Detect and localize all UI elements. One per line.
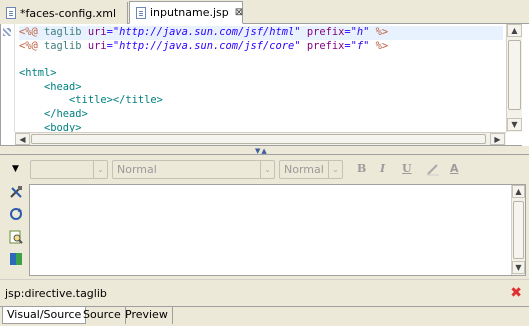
code-token: <title></title> bbox=[69, 94, 163, 107]
code-token: <body> bbox=[44, 121, 82, 132]
preview-search-icon[interactable] bbox=[8, 229, 24, 245]
split-view-icon[interactable] bbox=[8, 251, 24, 267]
tab-inputname-jsp[interactable]: inputname.jsp ⊠ bbox=[129, 1, 243, 24]
tab-preview[interactable]: Preview bbox=[121, 307, 173, 324]
visual-side-tools bbox=[0, 184, 28, 276]
xml-file-icon bbox=[6, 7, 16, 19]
font-family-combo[interactable]: ⌄ bbox=[30, 160, 108, 179]
tools-icon[interactable] bbox=[8, 184, 24, 200]
visual-preview-pane[interactable]: ▲ ▼ bbox=[29, 184, 526, 276]
source-line[interactable]: <%@ taglib uri="http://java.sun.com/jsf/… bbox=[19, 40, 503, 54]
tab-label: *faces-config.xml bbox=[20, 6, 117, 20]
source-horizontal-scrollbar[interactable]: ◀ ▶ bbox=[15, 132, 506, 145]
code-token: <head> bbox=[44, 80, 82, 93]
underline-button[interactable]: U bbox=[402, 162, 412, 175]
source-code[interactable]: <%@ taglib uri="http://java.sun.com/jsf/… bbox=[19, 26, 503, 132]
code-token: uri bbox=[87, 26, 107, 38]
font-size-value: Normal bbox=[284, 163, 324, 176]
scroll-up-icon[interactable]: ▲ bbox=[512, 185, 525, 198]
scroll-left-icon[interactable]: ◀ bbox=[15, 133, 30, 145]
scroll-thumb[interactable] bbox=[508, 40, 521, 110]
element-path: jsp:directive.taglib bbox=[5, 287, 107, 300]
source-line[interactable]: </head> bbox=[19, 108, 503, 122]
code-token: taglib bbox=[44, 39, 88, 52]
code-token: <%@ bbox=[19, 26, 45, 38]
source-line[interactable]: <title></title> bbox=[19, 94, 503, 108]
code-token: ="http://java.sun.com/jsf/core" bbox=[106, 39, 301, 52]
visual-vertical-scrollbar[interactable]: ▲ ▼ bbox=[511, 185, 525, 275]
editor-mode-tabs: Visual/Source Source Preview bbox=[0, 306, 529, 326]
splitter-arrows-icon[interactable]: ▼▲ bbox=[255, 147, 268, 155]
tab-label: inputname.jsp bbox=[150, 6, 229, 19]
overview-ruler bbox=[522, 24, 529, 146]
text-color-button[interactable]: A bbox=[450, 162, 459, 175]
scroll-up-icon[interactable]: ▲ bbox=[507, 24, 522, 37]
jsp-file-icon bbox=[136, 6, 146, 19]
line-ruler bbox=[1, 24, 15, 132]
code-token: ="f" bbox=[344, 39, 370, 52]
visual-toolbar: ▼ ⌄ Normal ⌄ Normal ⌄ B I U A bbox=[0, 156, 529, 184]
code-token: <%@ bbox=[19, 39, 45, 52]
code-token: </head> bbox=[44, 108, 88, 121]
editor-tab-bar: *faces-config.xml inputname.jsp ⊠ bbox=[0, 0, 529, 24]
close-icon[interactable]: ⊠ bbox=[235, 7, 243, 18]
paragraph-style-value: Normal bbox=[117, 163, 157, 176]
code-token: %> bbox=[375, 39, 389, 52]
source-vertical-scrollbar[interactable]: ▲ ▼ bbox=[506, 24, 522, 132]
font-size-combo[interactable]: Normal ⌄ bbox=[279, 160, 343, 179]
tab-source[interactable]: Source bbox=[79, 307, 126, 324]
code-token: prefix bbox=[306, 26, 345, 38]
source-editor[interactable]: <%@ taglib uri="http://java.sun.com/jsf/… bbox=[0, 24, 529, 146]
combo-arrow-icon: ⌄ bbox=[260, 161, 274, 178]
current-line-marker-icon bbox=[3, 28, 11, 36]
source-line[interactable] bbox=[19, 53, 503, 67]
italic-button[interactable]: I bbox=[380, 162, 385, 175]
status-bar: jsp:directive.taglib ✖ bbox=[0, 279, 529, 305]
scroll-down-icon[interactable]: ▼ bbox=[507, 118, 522, 131]
highlight-pen-icon[interactable] bbox=[425, 162, 441, 176]
combo-arrow-icon: ⌄ bbox=[328, 161, 342, 178]
code-token: taglib bbox=[44, 26, 88, 38]
source-line[interactable]: <head> bbox=[19, 81, 503, 95]
tab-faces-config[interactable]: *faces-config.xml bbox=[0, 2, 128, 24]
bold-button[interactable]: B bbox=[357, 162, 366, 175]
source-line[interactable]: <body> bbox=[19, 122, 503, 132]
combo-arrow-icon: ⌄ bbox=[93, 161, 107, 178]
source-line[interactable]: <%@ taglib uri="http://java.sun.com/jsf/… bbox=[19, 26, 503, 40]
code-token: prefix bbox=[306, 39, 345, 52]
scroll-thumb[interactable] bbox=[31, 134, 486, 144]
source-line[interactable]: <html> bbox=[19, 67, 503, 81]
scroll-thumb[interactable] bbox=[513, 201, 524, 259]
tab-visual-source[interactable]: Visual/Source bbox=[2, 307, 87, 324]
scroll-right-icon[interactable]: ▶ bbox=[490, 133, 505, 145]
code-token: ="h" bbox=[344, 26, 370, 38]
code-token: ="http://java.sun.com/jsf/html" bbox=[106, 26, 301, 38]
code-token: <html> bbox=[19, 67, 57, 80]
code-token: uri bbox=[87, 39, 107, 52]
toolbar-menu-icon[interactable]: ▼ bbox=[12, 164, 19, 174]
refresh-icon[interactable] bbox=[8, 206, 24, 222]
paragraph-style-combo[interactable]: Normal ⌄ bbox=[112, 160, 275, 179]
code-token: %> bbox=[375, 26, 389, 38]
scroll-down-icon[interactable]: ▼ bbox=[512, 261, 525, 274]
error-close-icon[interactable]: ✖ bbox=[510, 285, 522, 301]
